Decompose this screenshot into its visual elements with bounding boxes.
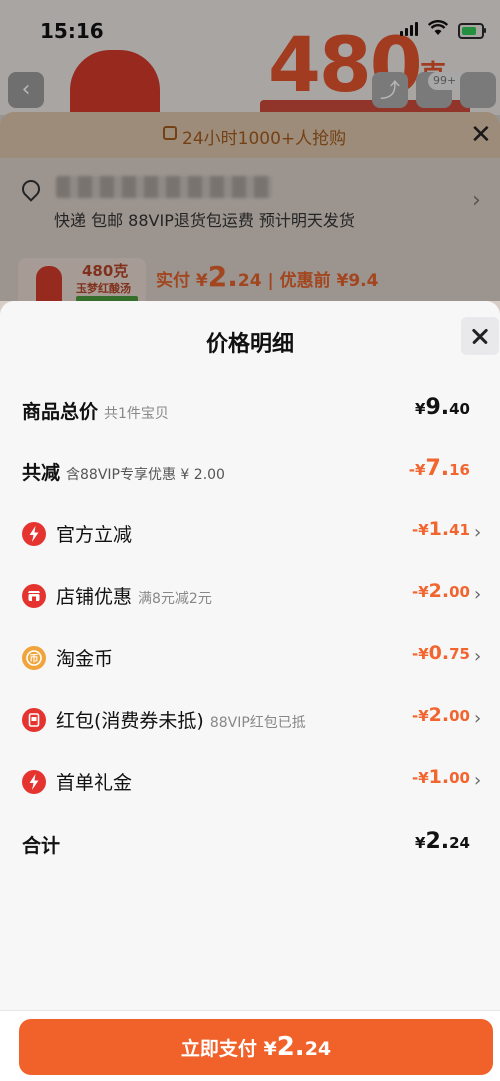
row-value: -¥1.41: [412, 518, 470, 540]
row-label: 红包(消费券未抵) 88VIP红包已抵: [56, 710, 306, 732]
red-packet-icon: [22, 708, 46, 732]
chevron-right-icon: ›: [474, 522, 482, 543]
chevron-right-icon: ›: [474, 708, 482, 729]
pay-label: 立即支付: [180, 1038, 257, 1060]
row-value: ¥9.40: [415, 395, 470, 420]
pay-dec: 24: [304, 1038, 332, 1060]
chevron-right-icon: ›: [474, 584, 482, 605]
lightning-icon: [22, 522, 46, 546]
lightning-icon: [22, 770, 46, 794]
pay-int: 2.: [276, 1032, 305, 1062]
pay-currency: ¥: [263, 1038, 277, 1060]
row-sub: 含88VIP专享优惠 ¥ 2.00: [66, 467, 225, 483]
row-label: 店铺优惠 满8元减2元: [56, 586, 212, 608]
close-icon[interactable]: [461, 317, 499, 355]
row-value: -¥7.16: [408, 456, 470, 481]
chevron-right-icon: ›: [474, 770, 482, 791]
row-label: 共减 含88VIP专享优惠 ¥ 2.00: [22, 462, 225, 484]
sheet-title: 价格明细: [205, 332, 294, 357]
coin-icon: 币: [22, 646, 46, 670]
chevron-right-icon: ›: [474, 646, 482, 667]
row-label: 官方立减: [56, 524, 133, 546]
svg-text:币: 币: [29, 654, 38, 665]
row-taojinbi[interactable]: 币 淘金币 -¥0.75 ›: [0, 638, 500, 678]
row-value: -¥2.00: [412, 704, 470, 726]
row-sub: 满8元减2元: [138, 591, 212, 607]
row-item-total: 商品总价 共1件宝贝 ¥9.40: [0, 391, 500, 431]
pay-now-button[interactable]: 立即支付 ¥2.24: [19, 1019, 493, 1075]
row-label: 商品总价 共1件宝贝: [22, 401, 169, 423]
row-value: -¥0.75: [412, 642, 470, 664]
row-sub: 共1件宝贝: [104, 406, 169, 422]
row-label: 合计: [22, 835, 61, 857]
row-value: -¥1.00: [412, 766, 470, 788]
row-sub: 88VIP红包已抵: [209, 715, 306, 731]
row-first-order-gift[interactable]: 首单礼金 -¥1.00 ›: [0, 762, 500, 802]
row-label: 首单礼金: [56, 772, 133, 794]
row-red-packet[interactable]: 红包(消费券未抵) 88VIP红包已抵 -¥2.00 ›: [0, 700, 500, 740]
row-store-discount[interactable]: 店铺优惠 满8元减2元 -¥2.00 ›: [0, 576, 500, 616]
row-total-discount: 共减 含88VIP专享优惠 ¥ 2.00 -¥7.16: [0, 452, 500, 492]
pay-bar: 立即支付 ¥2.24: [0, 1010, 500, 1081]
row-total: 合计 ¥2.24: [0, 825, 500, 865]
row-value: -¥2.00: [412, 580, 470, 602]
row-label: 淘金币: [56, 648, 114, 670]
store-icon: [22, 584, 46, 608]
row-value: ¥2.24: [415, 829, 470, 854]
row-official-discount[interactable]: 官方立减 -¥1.41 ›: [0, 514, 500, 554]
price-detail-sheet: 价格明细 商品总价 共1件宝贝 ¥9.40 共减 含88VIP专享优惠 ¥ 2.00…: [0, 301, 500, 1081]
dim-overlay: [0, 0, 500, 301]
